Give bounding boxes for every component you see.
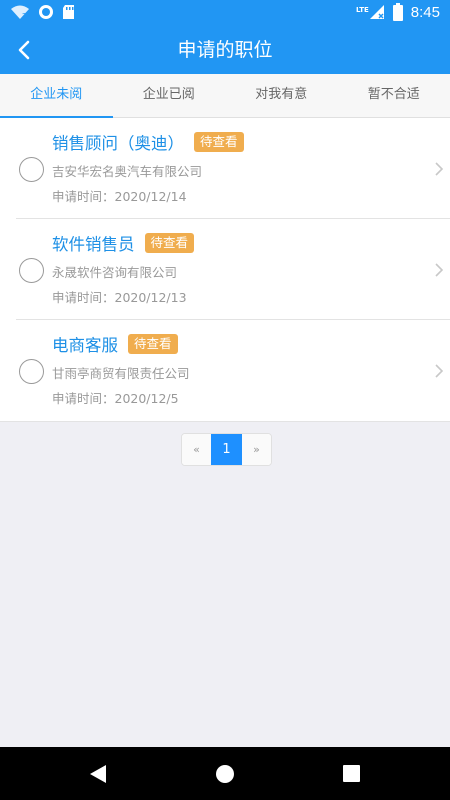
job-title[interactable]: 销售顾问（奥迪） bbox=[52, 130, 184, 154]
wifi-question-icon: ? bbox=[11, 5, 29, 20]
job-header: 销售顾问（奥迪） 待查看 bbox=[52, 130, 244, 154]
job-header: 电商客服 待查看 bbox=[52, 332, 178, 356]
svg-text:?: ? bbox=[22, 12, 26, 20]
select-radio[interactable] bbox=[19, 258, 44, 283]
apply-date: 申请时间：2020/12/14 bbox=[52, 189, 187, 204]
select-radio[interactable] bbox=[19, 359, 44, 384]
recents-square-icon[interactable] bbox=[343, 765, 360, 782]
list-item[interactable]: 电商客服 待查看 甘雨亭商贸有限责任公司 申请时间：2020/12/5 bbox=[16, 320, 450, 421]
tab-not-suitable[interactable]: 暂不合适 bbox=[338, 74, 450, 117]
prev-page-button[interactable]: « bbox=[182, 434, 211, 465]
home-circle-icon[interactable] bbox=[215, 764, 235, 784]
apply-date: 申请时间：2020/12/13 bbox=[52, 290, 187, 305]
page-number-current[interactable]: 1 bbox=[211, 434, 242, 465]
system-nav-bar bbox=[0, 747, 450, 800]
chevron-right-icon[interactable] bbox=[434, 262, 444, 278]
status-right-icons: LTE 8:45 bbox=[356, 3, 440, 21]
status-badge: 待查看 bbox=[194, 132, 244, 152]
apply-date: 申请时间：2020/12/5 bbox=[52, 391, 179, 406]
tab-unread[interactable]: 企业未阅 bbox=[0, 74, 113, 118]
application-list: 销售顾问（奥迪） 待查看 吉安华宏名奥汽车有限公司 申请时间：2020/12/1… bbox=[0, 118, 450, 422]
list-item[interactable]: 销售顾问（奥迪） 待查看 吉安华宏名奥汽车有限公司 申请时间：2020/12/1… bbox=[16, 118, 450, 219]
company-name: 永晟软件咨询有限公司 bbox=[52, 265, 178, 280]
page-title: 申请的职位 bbox=[177, 39, 273, 61]
job-title[interactable]: 软件销售员 bbox=[52, 231, 135, 255]
battery-icon bbox=[392, 3, 403, 21]
clock: 8:45 bbox=[410, 3, 440, 21]
chevron-right-icon[interactable] bbox=[434, 363, 444, 379]
job-header: 软件销售员 待查看 bbox=[52, 231, 195, 255]
app-bar: 申请的职位 bbox=[0, 26, 450, 74]
status-badge: 待查看 bbox=[128, 334, 178, 354]
list-item[interactable]: 软件销售员 待查看 永晟软件咨询有限公司 申请时间：2020/12/13 bbox=[16, 219, 450, 320]
status-left-icons: ? bbox=[10, 4, 76, 20]
company-name: 甘雨亭商贸有限责任公司 bbox=[52, 366, 190, 381]
status-tabs: 企业未阅 企业已阅 对我有意 暂不合适 bbox=[0, 74, 450, 118]
status-bar: ? LTE 8:45 bbox=[0, 0, 450, 26]
tab-interested[interactable]: 对我有意 bbox=[225, 74, 338, 117]
pagination: « 1 » bbox=[181, 433, 272, 466]
next-page-button[interactable]: » bbox=[242, 434, 271, 465]
company-name: 吉安华宏名奥汽车有限公司 bbox=[52, 164, 203, 179]
sync-icon bbox=[39, 5, 53, 19]
back-triangle-icon[interactable] bbox=[89, 764, 107, 784]
job-title[interactable]: 电商客服 bbox=[52, 332, 118, 356]
network-type: LTE bbox=[355, 6, 369, 14]
status-badge: 待查看 bbox=[144, 233, 195, 253]
chevron-right-icon[interactable] bbox=[434, 161, 444, 177]
select-radio[interactable] bbox=[19, 157, 44, 182]
sd-card-icon bbox=[63, 5, 74, 19]
tab-read[interactable]: 企业已阅 bbox=[113, 74, 226, 117]
signal-icon bbox=[369, 5, 384, 19]
